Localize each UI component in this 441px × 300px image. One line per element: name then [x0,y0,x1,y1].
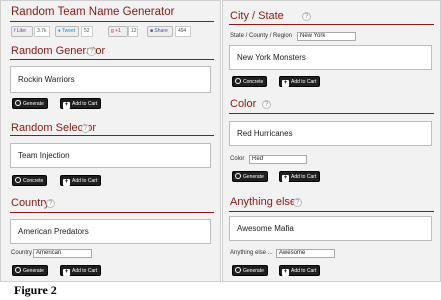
like-count: 3.7k [34,26,50,37]
refresh-icon [15,267,21,273]
share-count: 494 [175,26,191,37]
add-to-cart-button[interactable]: + Add to Cart [60,98,102,109]
left-panel: Random Team Name Generator f Like 3.7k ♦… [0,0,221,282]
add-to-cart-button[interactable]: + Add to Cart [279,265,321,276]
concrete-button[interactable]: Concrete [12,175,48,186]
help-icon[interactable]: ? [262,100,271,109]
country-input[interactable]: American [33,249,92,258]
city-result: New York Monsters [229,45,432,70]
anything-input[interactable]: Awesome [276,249,335,258]
add-label: Add to Cart [72,101,98,107]
generate-label: Generate [243,174,264,180]
divider [229,113,434,114]
divider [229,24,434,25]
random-generator-result: Rockin Warriors [10,66,211,93]
plus-icon: + [282,80,289,87]
color-result: Red Hurricanes [229,121,432,146]
tweet-button[interactable]: ♦ Tweet [55,26,79,37]
generate-button[interactable]: Generate [12,265,48,276]
help-icon[interactable]: ? [87,47,96,56]
country-result: American Predators [10,219,211,244]
generate-button[interactable]: Generate [232,265,268,276]
help-icon[interactable]: ? [46,199,55,208]
divider [10,212,214,213]
generate-button[interactable]: Generate [12,98,48,109]
city-field-label: State / County / Region [230,33,293,39]
refresh-icon [15,177,21,183]
generate-label: Generate [243,268,264,274]
plus-icon: + [63,102,70,109]
color-title: Color [230,98,257,110]
add-label: Add to Cart [291,79,317,85]
page-title: Random Team Name Generator [11,6,175,18]
add-label: Add to Cart [291,174,317,180]
color-field-label: Color [230,156,245,162]
country-field-label: Country [11,250,33,256]
color-input[interactable]: Red [249,155,307,164]
refresh-icon [235,173,241,179]
country-title: Country [11,197,50,209]
figure-caption: Figure 2 [14,283,57,297]
refresh-icon [235,78,241,84]
right-panel: City / State ? State / County / Region N… [222,0,441,282]
google-plus-button[interactable]: g +1 [108,26,128,37]
add-to-cart-button[interactable]: + Add to Cart [60,175,102,186]
concrete-label: Concrete [23,178,44,184]
refresh-icon [15,100,21,106]
city-input[interactable]: New York [297,32,356,41]
generate-label: Generate [23,268,44,274]
plus-icon: + [63,269,70,276]
refresh-icon [235,267,241,273]
divider [10,21,214,22]
plus-icon: + [63,179,70,186]
help-icon[interactable]: ? [81,124,90,133]
share-label: Share [154,28,168,34]
concrete-button[interactable]: Concrete [232,76,268,87]
anything-else-result: Awesome Mafia [229,216,432,241]
add-to-cart-button[interactable]: + Add to Cart [279,171,321,182]
plus-icon: + [282,269,289,276]
divider [229,211,434,212]
add-label: Add to Cart [291,268,317,274]
tweet-label: Tweet [61,28,76,34]
plus-count: 12 [128,26,138,37]
plus-label: +1 [115,28,121,34]
facebook-icon: f [14,28,16,34]
random-selector-result: Team Injection [10,143,211,168]
divider [10,59,214,60]
share-icon: ■ [150,28,154,34]
add-label: Add to Cart [72,178,98,184]
generate-label: Generate [23,101,44,107]
share-button[interactable]: ■ Share [147,26,173,37]
divider [10,135,214,136]
anything-field-label: Anything else ... [230,250,273,256]
anything-else-title: Anything else [230,196,297,208]
google-g-icon: g [111,28,114,34]
add-to-cart-button[interactable]: + Add to Cart [279,76,321,87]
twitter-bird-icon: ♦ [58,28,61,34]
generate-button[interactable]: Generate [232,171,268,182]
tweet-count: 52 [81,26,93,37]
concrete-label: Concrete [243,79,264,85]
facebook-like-button[interactable]: f Like [11,26,33,37]
city-state-title: City / State [230,10,284,22]
help-icon[interactable]: ? [302,12,311,21]
add-to-cart-button[interactable]: + Add to Cart [60,265,102,276]
plus-icon: + [282,175,289,182]
add-label: Add to Cart [72,268,98,274]
like-label: Like [16,28,26,34]
help-icon[interactable]: ? [293,198,302,207]
